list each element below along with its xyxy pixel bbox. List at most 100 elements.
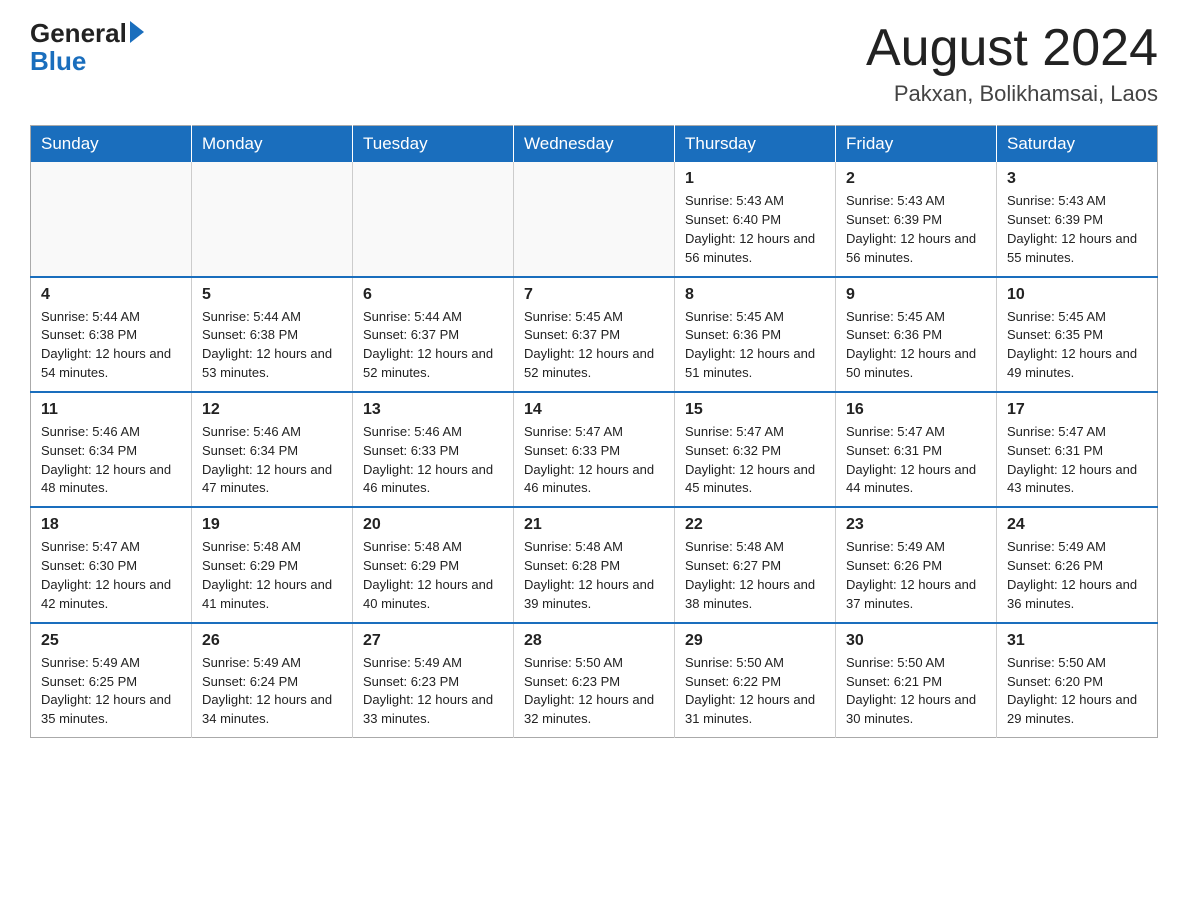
location-title: Pakxan, Bolikhamsai, Laos xyxy=(866,81,1158,107)
day-info: Sunrise: 5:46 AM Sunset: 6:33 PM Dayligh… xyxy=(363,423,503,498)
day-info: Sunrise: 5:48 AM Sunset: 6:29 PM Dayligh… xyxy=(363,538,503,613)
col-thursday: Thursday xyxy=(675,126,836,163)
day-info: Sunrise: 5:45 AM Sunset: 6:35 PM Dayligh… xyxy=(1007,308,1147,383)
table-row: 22 Sunrise: 5:48 AM Sunset: 6:27 PM Dayli… xyxy=(675,507,836,622)
table-row: 4 Sunrise: 5:44 AM Sunset: 6:38 PM Daylig… xyxy=(31,277,192,392)
calendar-week-row: 1Sunrise: 5:43 AM Sunset: 6:40 PM Daylig… xyxy=(31,162,1158,276)
day-number: 30 xyxy=(846,632,986,650)
table-row: 18 Sunrise: 5:47 AM Sunset: 6:30 PM Dayli… xyxy=(31,507,192,622)
day-number: 21 xyxy=(524,516,664,534)
logo: General Blue xyxy=(30,20,144,77)
calendar-table: Sunday Monday Tuesday Wednesday Thursday… xyxy=(30,125,1158,738)
day-number: 20 xyxy=(363,516,503,534)
title-block: August 2024 Pakxan, Bolikhamsai, Laos xyxy=(866,20,1158,107)
table-row: 27 Sunrise: 5:49 AM Sunset: 6:23 PM Dayli… xyxy=(353,623,514,738)
day-number: 3 xyxy=(1007,170,1147,188)
day-info: Sunrise: 5:50 AM Sunset: 6:23 PM Dayligh… xyxy=(524,654,664,729)
day-number: 7 xyxy=(524,286,664,304)
table-row: 8Sunrise: 5:45 AM Sunset: 6:36 PM Daylig… xyxy=(675,277,836,392)
day-number: 11 xyxy=(41,401,181,419)
day-number: 6 xyxy=(363,286,503,304)
table-row: 1Sunrise: 5:43 AM Sunset: 6:40 PM Daylig… xyxy=(675,162,836,276)
table-row: 28Sunrise: 5:50 AM Sunset: 6:23 PM Dayli… xyxy=(514,623,675,738)
col-saturday: Saturday xyxy=(997,126,1158,163)
day-info: Sunrise: 5:45 AM Sunset: 6:37 PM Dayligh… xyxy=(524,308,664,383)
table-row: 26Sunrise: 5:49 AM Sunset: 6:24 PM Dayli… xyxy=(192,623,353,738)
day-number: 22 xyxy=(685,516,825,534)
day-info: Sunrise: 5:48 AM Sunset: 6:27 PM Dayligh… xyxy=(685,538,825,613)
table-row: 19Sunrise: 5:48 AM Sunset: 6:29 PM Dayli… xyxy=(192,507,353,622)
day-info: Sunrise: 5:47 AM Sunset: 6:31 PM Dayligh… xyxy=(1007,423,1147,498)
table-row: 23Sunrise: 5:49 AM Sunset: 6:26 PM Dayli… xyxy=(836,507,997,622)
day-number: 29 xyxy=(685,632,825,650)
table-row: 12Sunrise: 5:46 AM Sunset: 6:34 PM Dayli… xyxy=(192,392,353,507)
day-number: 27 xyxy=(363,632,503,650)
calendar-header-row: Sunday Monday Tuesday Wednesday Thursday… xyxy=(31,126,1158,163)
table-row: 14 Sunrise: 5:47 AM Sunset: 6:33 PM Dayli… xyxy=(514,392,675,507)
day-info: Sunrise: 5:46 AM Sunset: 6:34 PM Dayligh… xyxy=(41,423,181,498)
day-info: Sunrise: 5:46 AM Sunset: 6:34 PM Dayligh… xyxy=(202,423,342,498)
table-row xyxy=(31,162,192,276)
day-number: 26 xyxy=(202,632,342,650)
day-number: 15 xyxy=(685,401,825,419)
table-row: 20 Sunrise: 5:48 AM Sunset: 6:29 PM Dayli… xyxy=(353,507,514,622)
page-header: General Blue August 2024 Pakxan, Bolikha… xyxy=(30,20,1158,107)
table-row: 29Sunrise: 5:50 AM Sunset: 6:22 PM Dayli… xyxy=(675,623,836,738)
day-number: 31 xyxy=(1007,632,1147,650)
table-row: 17 Sunrise: 5:47 AM Sunset: 6:31 PM Dayli… xyxy=(997,392,1158,507)
table-row: 25 Sunrise: 5:49 AM Sunset: 6:25 PM Dayli… xyxy=(31,623,192,738)
day-info: Sunrise: 5:47 AM Sunset: 6:32 PM Dayligh… xyxy=(685,423,825,498)
table-row xyxy=(514,162,675,276)
day-info: Sunrise: 5:49 AM Sunset: 6:26 PM Dayligh… xyxy=(846,538,986,613)
day-info: Sunrise: 5:47 AM Sunset: 6:31 PM Dayligh… xyxy=(846,423,986,498)
col-wednesday: Wednesday xyxy=(514,126,675,163)
day-number: 2 xyxy=(846,170,986,188)
day-number: 1 xyxy=(685,170,825,188)
day-number: 18 xyxy=(41,516,181,534)
day-info: Sunrise: 5:45 AM Sunset: 6:36 PM Dayligh… xyxy=(685,308,825,383)
calendar-week-row: 25 Sunrise: 5:49 AM Sunset: 6:25 PM Dayli… xyxy=(31,623,1158,738)
day-info: Sunrise: 5:44 AM Sunset: 6:37 PM Dayligh… xyxy=(363,308,503,383)
table-row: 10 Sunrise: 5:45 AM Sunset: 6:35 PM Dayli… xyxy=(997,277,1158,392)
day-number: 25 xyxy=(41,632,181,650)
table-row: 2 Sunrise: 5:43 AM Sunset: 6:39 PM Daylig… xyxy=(836,162,997,276)
col-sunday: Sunday xyxy=(31,126,192,163)
day-info: Sunrise: 5:45 AM Sunset: 6:36 PM Dayligh… xyxy=(846,308,986,383)
day-number: 14 xyxy=(524,401,664,419)
day-number: 5 xyxy=(202,286,342,304)
table-row: 24 Sunrise: 5:49 AM Sunset: 6:26 PM Dayli… xyxy=(997,507,1158,622)
day-number: 10 xyxy=(1007,286,1147,304)
logo-arrow-icon xyxy=(130,21,144,43)
day-info: Sunrise: 5:49 AM Sunset: 6:26 PM Dayligh… xyxy=(1007,538,1147,613)
day-info: Sunrise: 5:49 AM Sunset: 6:25 PM Dayligh… xyxy=(41,654,181,729)
day-info: Sunrise: 5:44 AM Sunset: 6:38 PM Dayligh… xyxy=(41,308,181,383)
table-row: 9 Sunrise: 5:45 AM Sunset: 6:36 PM Daylig… xyxy=(836,277,997,392)
logo-blue-text: Blue xyxy=(30,46,86,77)
table-row: 11 Sunrise: 5:46 AM Sunset: 6:34 PM Dayli… xyxy=(31,392,192,507)
table-row xyxy=(192,162,353,276)
day-info: Sunrise: 5:47 AM Sunset: 6:30 PM Dayligh… xyxy=(41,538,181,613)
day-number: 24 xyxy=(1007,516,1147,534)
table-row: 16 Sunrise: 5:47 AM Sunset: 6:31 PM Dayli… xyxy=(836,392,997,507)
col-friday: Friday xyxy=(836,126,997,163)
table-row: 13Sunrise: 5:46 AM Sunset: 6:33 PM Dayli… xyxy=(353,392,514,507)
table-row xyxy=(353,162,514,276)
day-number: 19 xyxy=(202,516,342,534)
day-info: Sunrise: 5:49 AM Sunset: 6:23 PM Dayligh… xyxy=(363,654,503,729)
day-info: Sunrise: 5:48 AM Sunset: 6:28 PM Dayligh… xyxy=(524,538,664,613)
day-info: Sunrise: 5:44 AM Sunset: 6:38 PM Dayligh… xyxy=(202,308,342,383)
table-row: 5 Sunrise: 5:44 AM Sunset: 6:38 PM Daylig… xyxy=(192,277,353,392)
day-number: 16 xyxy=(846,401,986,419)
day-number: 9 xyxy=(846,286,986,304)
day-number: 4 xyxy=(41,286,181,304)
table-row: 7 Sunrise: 5:45 AM Sunset: 6:37 PM Daylig… xyxy=(514,277,675,392)
day-info: Sunrise: 5:47 AM Sunset: 6:33 PM Dayligh… xyxy=(524,423,664,498)
col-tuesday: Tuesday xyxy=(353,126,514,163)
calendar-week-row: 4 Sunrise: 5:44 AM Sunset: 6:38 PM Daylig… xyxy=(31,277,1158,392)
day-info: Sunrise: 5:43 AM Sunset: 6:39 PM Dayligh… xyxy=(846,192,986,267)
col-monday: Monday xyxy=(192,126,353,163)
table-row: 15 Sunrise: 5:47 AM Sunset: 6:32 PM Dayli… xyxy=(675,392,836,507)
table-row: 21 Sunrise: 5:48 AM Sunset: 6:28 PM Dayli… xyxy=(514,507,675,622)
table-row: 3Sunrise: 5:43 AM Sunset: 6:39 PM Daylig… xyxy=(997,162,1158,276)
day-number: 17 xyxy=(1007,401,1147,419)
